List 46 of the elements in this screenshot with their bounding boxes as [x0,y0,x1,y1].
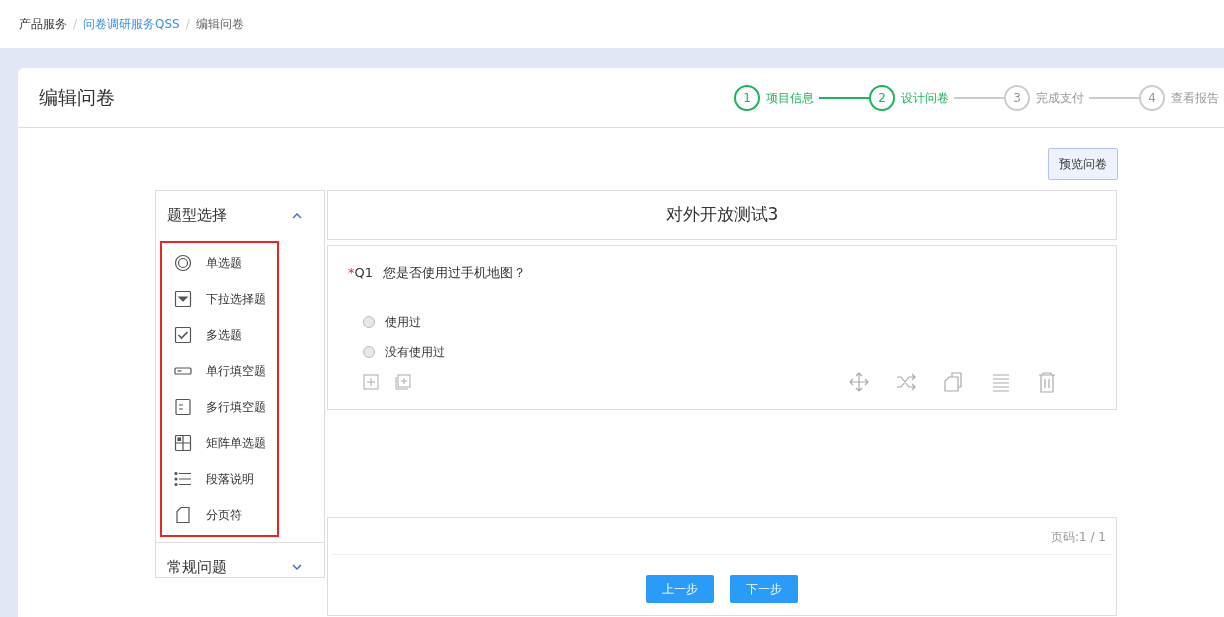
page-indicator: 页码:1 / 1 [1051,529,1106,546]
preview-button[interactable]: 预览问卷 [1048,148,1118,180]
step-number: 4 [1139,84,1165,111]
question-type-label[interactable]: 单选题 [206,254,242,272]
radio-icon [174,254,192,272]
question-type-label[interactable]: 单行填空题 [206,362,266,380]
add-option-icon[interactable] [363,373,379,390]
question-type-label[interactable]: 矩阵单选题 [206,434,266,452]
step-label: 设计问卷 [901,89,949,107]
radio-button[interactable] [363,315,375,328]
radio-button[interactable] [363,345,375,358]
batch-add-icon[interactable] [395,373,411,390]
question-type-label[interactable]: 多选题 [206,326,242,344]
step-number: 1 [734,84,760,111]
copy-icon[interactable] [942,370,964,393]
question-type-label[interactable]: 下拉选择题 [206,290,266,308]
question-text: 您是否使用过手机地图？ [383,265,526,280]
list-icon [174,470,192,488]
step-label: 项目信息 [766,89,814,107]
breadcrumb-item: 编辑问卷 [195,16,244,33]
step-number: 3 [1004,84,1030,111]
section-title: 题型选择 [167,205,227,227]
breadcrumb-item[interactable]: 问卷调研服务QSS [83,15,180,33]
page-title: 编辑问卷 [39,85,116,111]
question-type-label[interactable]: 分页符 [206,506,242,524]
page-icon [174,506,192,524]
option-label: 使用过 [385,313,421,331]
move-icon[interactable] [848,370,870,393]
required-mark: * [348,265,355,280]
option-label: 没有使用过 [385,343,445,361]
question-type-label[interactable]: 多行填空题 [206,398,266,416]
grid-icon [174,434,192,452]
question-number: Q1 [354,265,373,280]
trash-icon[interactable] [1036,370,1058,393]
step-label: 完成支付 [1036,89,1084,107]
step-number: 2 [869,84,895,111]
survey-title: 对外开放测试3 [665,203,779,227]
question-type-label[interactable]: 段落说明 [206,470,254,488]
dropdown-icon [174,290,192,308]
text-area-icon [174,398,192,416]
step-label: 查看报告 [1171,89,1219,107]
breadcrumb-separator: / [185,16,190,33]
breadcrumb-separator: / [73,16,78,33]
checkbox-icon [174,326,192,344]
breadcrumb-item: 产品服务 [19,16,67,33]
section-title: 常规问题 [167,556,227,578]
